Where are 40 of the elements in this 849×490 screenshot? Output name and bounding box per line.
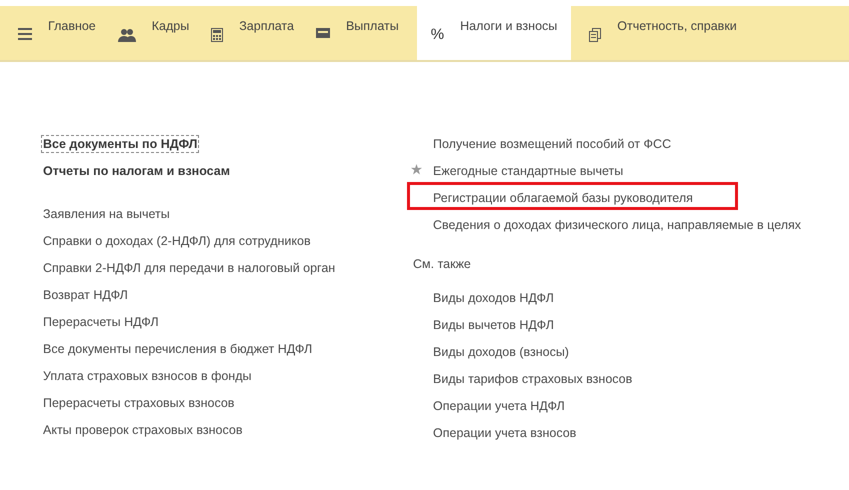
menu-link[interactable]: Справки о доходах (2-НДФЛ) для сотрудников	[41, 232, 313, 250]
menu-link[interactable]: Получение возмещений пособий от ФСС	[431, 135, 674, 153]
section-link[interactable]: Отчеты по налогам и взносам	[41, 162, 232, 180]
menu-link[interactable]: Ежегодные стандартные вычеты	[431, 162, 626, 180]
menu-link[interactable]: Все документы перечисления в бюджет НДФЛ	[41, 340, 314, 358]
menu-link[interactable]: Акты проверок страховых взносов	[41, 421, 244, 439]
tab-label: Налоги и взносы	[460, 19, 558, 33]
card-icon	[316, 28, 330, 38]
menu-link[interactable]: Виды тарифов страховых взносов	[431, 370, 634, 388]
menu-link[interactable]: Уплата страховых взносов в фонды	[41, 367, 254, 385]
section-link[interactable]: Все документы по НДФЛ	[41, 135, 200, 153]
tab-label: Главное	[48, 19, 96, 33]
menu-link[interactable]: Операции учета НДФЛ	[431, 397, 567, 415]
menu-link[interactable]: Возврат НДФЛ	[41, 286, 130, 304]
section-tab[interactable]: % Налоги и взносы	[416, 6, 572, 60]
menu-link[interactable]: Операции учета взносов	[431, 424, 578, 442]
tab-label: Кадры	[152, 19, 190, 33]
section-tab[interactable]: Кадры	[108, 6, 202, 60]
tab-label: Зарплата	[239, 19, 294, 33]
tab-label: Отчетность, справки	[617, 19, 737, 33]
menu-link[interactable]: Заявления на вычеты	[41, 205, 172, 223]
menu-icon	[18, 28, 32, 40]
section-tab[interactable]: Отчетность, справки	[579, 6, 749, 60]
menu-link[interactable]: Перерасчеты НДФЛ	[41, 313, 161, 331]
menu-link[interactable]: Перерасчеты страховых взносов	[41, 394, 236, 412]
tab-label: Выплаты	[346, 19, 399, 33]
menu-link[interactable]: Справки 2-НДФЛ для передачи в налоговый орган	[41, 259, 338, 277]
menu-link[interactable]: Регистрации облагаемой базы руководителя	[431, 189, 695, 207]
menu-link[interactable]: Виды доходов НДФЛ	[431, 289, 556, 307]
menu-link[interactable]: Сведения о доходах физического лица, направляемые в целях	[431, 216, 804, 234]
percent-icon: %	[430, 26, 444, 43]
section-title: См. также	[412, 256, 472, 273]
menu-link[interactable]: Виды вычетов НДФЛ	[431, 316, 556, 334]
section-tab[interactable]: Зарплата	[201, 6, 306, 60]
menu-link[interactable]: Виды доходов (взносы)	[431, 343, 571, 361]
section-tab[interactable]: Главное	[8, 6, 108, 60]
documents-icon	[589, 28, 602, 42]
section-tab[interactable]: Выплаты	[306, 6, 411, 60]
people-icon	[118, 28, 136, 42]
calculator-icon	[211, 28, 224, 42]
